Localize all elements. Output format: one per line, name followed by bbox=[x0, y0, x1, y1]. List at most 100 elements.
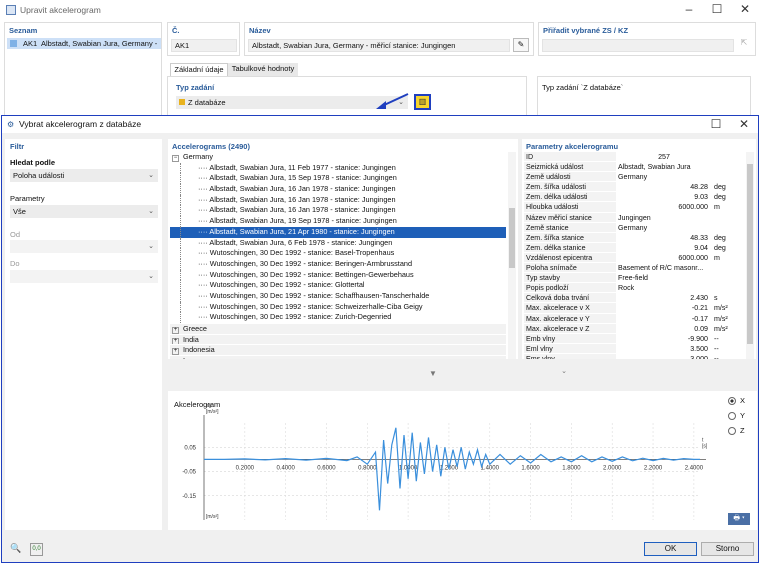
radio-label: X bbox=[740, 396, 746, 405]
toolbar-button-3[interactable] bbox=[736, 367, 752, 380]
to-select[interactable]: ⌄ bbox=[10, 270, 158, 283]
params-panel: Parametry akcelerogramu ID 257 Seizmická u… bbox=[522, 139, 756, 359]
list-header: Seznam bbox=[9, 26, 38, 35]
tree-item[interactable]: ···· Albstadt, Swabian Jura, 6 Feb 1978 … bbox=[170, 237, 506, 249]
param-row: Emb vlny -9.900 -- bbox=[524, 333, 744, 344]
search-by-select[interactable]: Poloha události ⌄ bbox=[10, 169, 158, 182]
tree-group-germany[interactable]: − Germany bbox=[170, 152, 506, 163]
param-value: Germany bbox=[618, 173, 648, 182]
param-row: Země stanice Germany bbox=[524, 222, 744, 233]
tree-group-label: Germany bbox=[183, 152, 214, 161]
assign-field[interactable] bbox=[542, 39, 734, 52]
decimals-icon[interactable]: 0,0 bbox=[30, 543, 43, 556]
filter-icon[interactable]: ▼ bbox=[425, 367, 441, 380]
radio-y[interactable]: Y bbox=[728, 410, 745, 425]
param-unit bbox=[710, 273, 740, 282]
filter-toolbar-field-2[interactable] bbox=[302, 367, 422, 380]
accelerogram-chart: 0.05 -0.05 -0.15 0.2000 0.4000 0.6000 0.8000 1.… bbox=[182, 403, 708, 520]
tree-scrollbar-thumb[interactable] bbox=[509, 208, 515, 268]
param-unit: m/s² bbox=[714, 314, 728, 323]
list-item[interactable]: AK1 Albstadt, Swabian Jura, Germany - mě bbox=[7, 38, 161, 49]
params-scrollbar[interactable] bbox=[746, 152, 754, 359]
tree-line bbox=[180, 162, 181, 174]
tab-table[interactable]: Tabulkové hodnoty bbox=[228, 63, 298, 76]
tree-item[interactable]: ···· Albstadt, Swabian Jura, 21 Apr 1980… bbox=[170, 226, 506, 238]
tree-item[interactable]: ···· Albstadt, Swabian Jura, 15 Sep 1978… bbox=[170, 173, 506, 185]
toolbar-field-3[interactable] bbox=[611, 367, 731, 380]
param-unit: -- bbox=[714, 354, 719, 359]
radio-x[interactable]: X bbox=[728, 395, 745, 410]
dialog-close-button[interactable]: ✕ bbox=[730, 116, 758, 133]
param-key: ID bbox=[524, 152, 616, 162]
app-icon bbox=[6, 5, 16, 15]
tree-item-label: ···· Wutoschingen, 30 Dec 1992 - stanice… bbox=[198, 280, 365, 290]
param-value: Germany bbox=[618, 223, 648, 232]
param-row: Zem. délka události 9.03 deg bbox=[524, 192, 744, 203]
tree-item-label: ···· Albstadt, Swabian Jura, 6 Feb 1978 … bbox=[198, 237, 393, 247]
edit-name-icon[interactable]: ✎ bbox=[513, 38, 529, 52]
dialog-maximize-button[interactable]: ☐ bbox=[702, 116, 730, 133]
param-key: Celková doba trvání bbox=[524, 293, 616, 303]
collapse-icon[interactable]: − bbox=[172, 155, 179, 162]
radio-z[interactable]: Z bbox=[728, 425, 745, 440]
tree-scrollbar[interactable] bbox=[508, 152, 516, 359]
tree-item[interactable]: ···· Wutoschingen, 30 Dec 1992 - stanice… bbox=[170, 258, 506, 270]
close-button[interactable]: ✕ bbox=[731, 0, 759, 18]
param-key: Země stanice bbox=[524, 222, 616, 232]
print-icon[interactable]: 🖶 ▾ bbox=[728, 513, 750, 525]
from-select[interactable]: ⌄ bbox=[10, 240, 158, 253]
param-row: Seizmická událost Albstadt, Swabian Jura bbox=[524, 162, 744, 173]
param-unit: m/s² bbox=[714, 304, 728, 313]
tree-item[interactable]: ···· Wutoschingen, 30 Dec 1992 - stanice… bbox=[170, 280, 506, 291]
tree-item[interactable]: ···· Wutoschingen, 30 Dec 1992 - stanice… bbox=[170, 312, 506, 323]
tree-group-collapsed[interactable]: + India bbox=[170, 333, 506, 345]
tree-group-collapsed[interactable]: + Indonesia bbox=[170, 344, 506, 356]
params-scrollbar-thumb[interactable] bbox=[747, 164, 753, 344]
param-key: Zem. šířka události bbox=[524, 182, 616, 192]
tree-item[interactable]: ···· Wutoschingen, 30 Dec 1992 - stanice… bbox=[170, 301, 506, 313]
param-value: 48.33 bbox=[690, 233, 708, 242]
tree-item[interactable]: ···· Wutoschingen, 30 Dec 1992 - stanice… bbox=[170, 248, 506, 259]
radio-circle[interactable] bbox=[728, 427, 736, 436]
axis-radio-group: XYZ bbox=[728, 395, 745, 440]
minimize-button[interactable]: – bbox=[675, 0, 703, 18]
name-field[interactable]: Albstadt, Swabian Jura, Germany - měřicí… bbox=[248, 39, 510, 52]
name-panel: Název Albstadt, Swabian Jura, Germany - … bbox=[244, 22, 534, 56]
filter-panel: Filtr Hledat podle Poloha události ⌄ Para… bbox=[5, 139, 162, 530]
tree-item[interactable]: ···· Wutoschingen, 30 Dec 1992 - stanice… bbox=[170, 290, 506, 302]
assign-select-icon[interactable]: ⇱ bbox=[737, 38, 751, 52]
code-field[interactable]: AK1 bbox=[171, 39, 237, 52]
param-row: Ems vlny 3.000 -- bbox=[524, 353, 744, 359]
bg-titlebar: Upravit akcelerogram – ☐ ✕ bbox=[0, 0, 760, 20]
param-unit: deg bbox=[714, 233, 726, 242]
param-row: Popis podloží Rock bbox=[524, 283, 744, 294]
filter-toolbar-field[interactable] bbox=[172, 367, 298, 380]
toolbar-button-1[interactable] bbox=[574, 367, 588, 380]
params-select[interactable]: Vše ⌄ bbox=[10, 205, 158, 218]
tree-item[interactable]: ···· Albstadt, Swabian Jura, 16 Jan 1978… bbox=[170, 194, 506, 206]
tree-item[interactable]: ···· Albstadt, Swabian Jura, 11 Feb 1977… bbox=[170, 162, 506, 174]
radio-circle[interactable] bbox=[728, 412, 736, 421]
tree-item[interactable]: ···· Albstadt, Swabian Jura, 19 Sep 1978… bbox=[170, 216, 506, 227]
tree-group-collapsed[interactable]: + Greece bbox=[170, 323, 506, 334]
maximize-button[interactable]: ☐ bbox=[703, 0, 731, 18]
param-key: Vzdálenost epicentra bbox=[524, 252, 616, 263]
param-row: Poloha snímače Basement of R/C masonr... bbox=[524, 263, 744, 274]
chevron-down-icon: ⌄ bbox=[148, 208, 154, 215]
ok-button[interactable]: OK bbox=[644, 542, 697, 556]
tab-basic[interactable]: Základní údaje bbox=[170, 63, 228, 76]
radio-circle[interactable] bbox=[728, 397, 736, 406]
chart-panel: Akcelerogram 0.05 -0.05 -0.15 0.2000 0.4000 0… bbox=[168, 391, 757, 530]
cancel-button[interactable]: Storno bbox=[701, 542, 754, 556]
database-browse-button[interactable]: ▥ bbox=[414, 94, 431, 110]
search-icon[interactable]: 🔍 bbox=[10, 543, 23, 556]
tree-item[interactable]: ···· Albstadt, Swabian Jura, 16 Jan 1978… bbox=[170, 205, 506, 217]
filter-select[interactable]: ⌄ bbox=[444, 367, 570, 380]
param-unit bbox=[710, 172, 740, 181]
param-value: 9.03 bbox=[694, 193, 708, 202]
tree-group-collapsed[interactable]: +Iran bbox=[170, 355, 506, 359]
tree-item[interactable]: ···· Wutoschingen, 30 Dec 1992 - stanice… bbox=[170, 269, 506, 281]
tree-line bbox=[180, 237, 181, 249]
toolbar-button-2[interactable] bbox=[592, 367, 608, 380]
tree-item[interactable]: ···· Albstadt, Swabian Jura, 16 Jan 1978… bbox=[170, 184, 506, 195]
